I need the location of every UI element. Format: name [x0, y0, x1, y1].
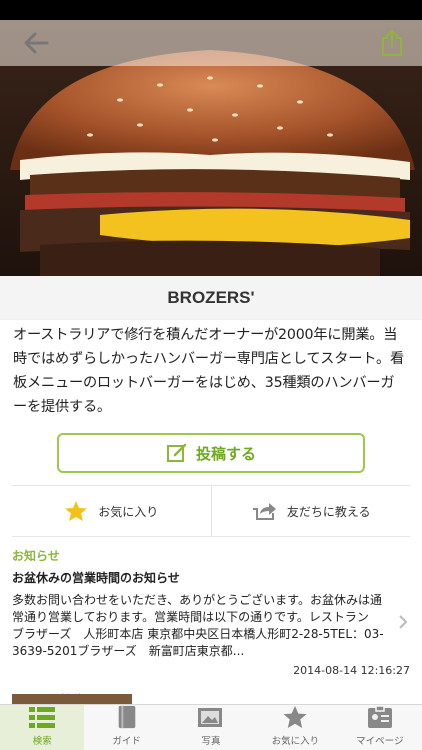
notice-body-text: 多数お問い合わせをいただき、ありがとうございます。お盆休みは通常通り営業しており…: [12, 593, 384, 658]
notice-title: お盆休みの営業時間のお知らせ: [12, 571, 180, 585]
star-icon: [65, 501, 88, 521]
share-icon: [382, 29, 402, 56]
notice-body: 多数お問い合わせをいただき、ありがとうございます。お盆休みは通常通り営業しており…: [0, 592, 422, 660]
post-thumbnail[interactable]: [12, 694, 132, 704]
share-button[interactable]: [374, 25, 410, 61]
tab-guide[interactable]: ガイド: [84, 705, 168, 750]
notice-item[interactable]: お盆休みの営業時間のお知らせ 多数お問い合わせをいただき、ありがとうございます。…: [0, 569, 422, 677]
notice-section-label: お知らせ: [12, 549, 60, 563]
tab-bar: 検索 ガイド 写真 お気に入り マイページ: [0, 704, 422, 750]
tab-label: ガイド: [112, 736, 141, 747]
tab-label: 写真: [201, 736, 221, 747]
status-bar: [0, 0, 422, 20]
favorite-label: お気に入り: [98, 504, 159, 519]
back-arrow-icon: [24, 32, 49, 54]
tell-friends-label: 友だちに教える: [286, 504, 371, 519]
favorite-button[interactable]: お気に入り: [12, 486, 211, 536]
post-button[interactable]: 投稿する: [57, 433, 365, 473]
photo-icon: [198, 708, 223, 727]
notice-date: 2014-08-14 12:16:27: [293, 664, 410, 677]
action-row: お気に入り 友だちに教える: [12, 485, 410, 537]
shop-detail: BROZERS' オーストラリアで修行を積んだオーナーが2000年に開業。当時で…: [0, 276, 422, 704]
tab-label: 検索: [32, 736, 52, 747]
post-button-label: 投稿する: [195, 444, 256, 463]
tab-label: お気に入り: [271, 736, 320, 747]
compose-icon: [166, 443, 187, 462]
tab-favorites[interactable]: お気に入り: [253, 705, 337, 750]
tab-mypage[interactable]: マイページ: [338, 705, 422, 750]
tab-search[interactable]: 検索: [0, 705, 85, 750]
forward-share-icon: [252, 503, 276, 520]
nav-bar: [0, 20, 422, 66]
tab-photo[interactable]: 写真: [169, 705, 253, 750]
tell-friends-button[interactable]: 友だちに教える: [210, 486, 411, 536]
back-button[interactable]: [18, 25, 54, 61]
star-icon: [283, 705, 307, 729]
chevron-right-icon: [399, 615, 408, 629]
shop-name: BROZERS': [0, 276, 422, 320]
id-card-icon: [367, 705, 392, 728]
list-icon: [29, 707, 56, 728]
tab-label: マイページ: [356, 736, 404, 747]
book-icon: [118, 705, 135, 729]
shop-description: オーストラリアで修行を積んだオーナーが2000年に開業。当時ではめずらしかったハ…: [13, 327, 404, 415]
